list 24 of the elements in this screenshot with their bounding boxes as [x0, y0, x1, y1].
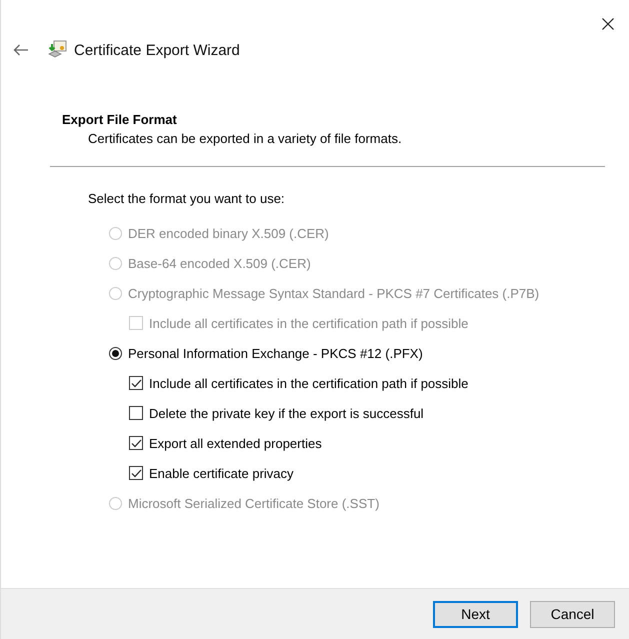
next-button[interactable]: Next	[433, 600, 518, 628]
window-title: Certificate Export Wizard	[74, 42, 240, 58]
option-label: Personal Information Exchange - PKCS #12 (.PFX)	[128, 346, 423, 360]
checkbox-label: Include all certificates in the certification path if possible	[149, 316, 468, 330]
option-label: Cryptographic Message Syntax Standard - PKCS #7 Certificates (.P7B)	[128, 286, 540, 300]
cancel-button[interactable]: Cancel	[530, 600, 615, 628]
close-icon[interactable]	[602, 18, 614, 30]
option-label: Microsoft Serialized Certificate Store (.SST)	[128, 496, 380, 510]
back-arrow-icon[interactable]	[13, 44, 29, 56]
section-title: Export File Format	[62, 112, 178, 127]
option-label: DER encoded binary X.509 (.CER)	[128, 226, 329, 240]
section-subtitle: Certificates can be exported in a variety of file formats.	[88, 131, 403, 146]
checkbox-label: Include all certificates in the certification path if possible	[149, 376, 468, 390]
checkbox-label: Delete the private key if the export is successful	[149, 406, 424, 420]
checkbox[interactable]	[129, 406, 143, 420]
checkbox[interactable]	[129, 376, 143, 390]
option-label: Base-64 encoded X.509 (.CER)	[128, 256, 311, 270]
format-prompt: Select the format you want to use:	[88, 191, 286, 206]
checkbox[interactable]	[129, 466, 143, 480]
radio-button[interactable]	[109, 346, 122, 360]
certificate-icon	[48, 40, 68, 60]
checkbox[interactable]	[129, 436, 143, 450]
checkbox-label: Enable certificate privacy	[149, 466, 294, 480]
checkbox-label: Export all extended properties	[149, 436, 322, 450]
